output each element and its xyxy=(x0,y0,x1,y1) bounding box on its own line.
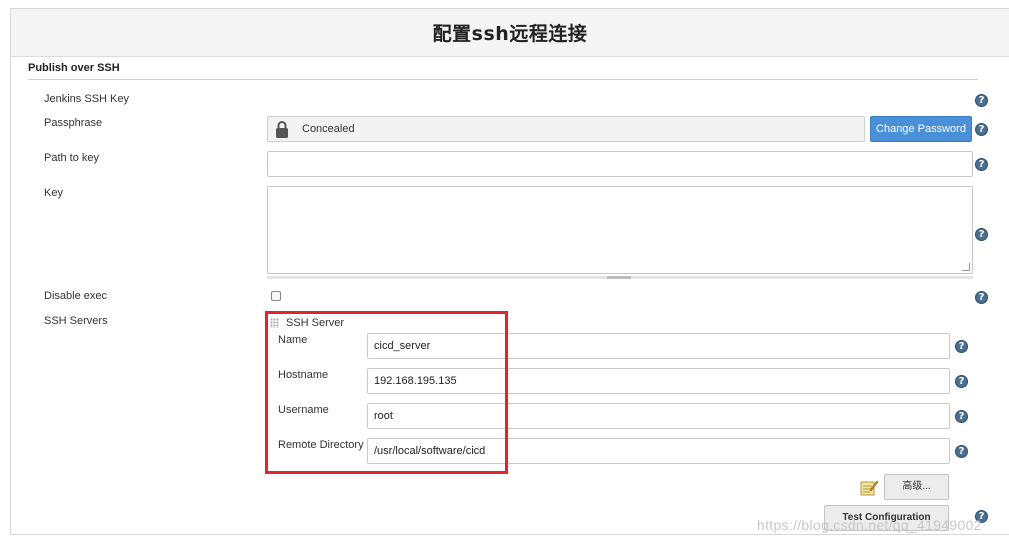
passphrase-value: Concealed xyxy=(302,123,355,135)
path-to-key-input[interactable] xyxy=(267,151,973,177)
help-icon[interactable]: ? xyxy=(955,445,968,458)
path-to-key-label: Path to key xyxy=(44,152,100,164)
notepad-icon xyxy=(860,480,878,496)
watermark: https://blog.csdn.net/qq_41949002 xyxy=(757,517,982,533)
change-password-button[interactable]: Change Password xyxy=(870,116,972,142)
key-label: Key xyxy=(44,187,63,199)
title-bar: 配置ssh远程连接 xyxy=(11,9,1009,57)
passphrase-label: Passphrase xyxy=(44,117,103,129)
highlight-box xyxy=(265,311,508,474)
resize-grip-icon[interactable] xyxy=(962,263,970,271)
key-textarea[interactable] xyxy=(267,186,973,274)
page-title: 配置ssh远程连接 xyxy=(432,23,588,45)
passphrase-field[interactable]: Concealed xyxy=(267,116,865,142)
advanced-button[interactable]: 高级... xyxy=(884,474,949,500)
help-icon[interactable]: ? xyxy=(975,123,988,136)
help-icon[interactable]: ? xyxy=(975,94,988,107)
lock-icon xyxy=(276,121,288,138)
jenkins-ssh-key-label: Jenkins SSH Key xyxy=(44,93,129,105)
disable-exec-checkbox[interactable] xyxy=(271,291,281,301)
section-title: Publish over SSH xyxy=(28,62,978,80)
ssh-servers-label: SSH Servers xyxy=(44,315,108,327)
help-icon[interactable]: ? xyxy=(955,375,968,388)
help-icon[interactable]: ? xyxy=(955,410,968,423)
help-icon[interactable]: ? xyxy=(975,291,988,304)
help-icon[interactable]: ? xyxy=(975,228,988,241)
disable-exec-label: Disable exec xyxy=(44,290,107,302)
help-icon[interactable]: ? xyxy=(975,158,988,171)
textarea-resize-bar[interactable] xyxy=(267,276,973,279)
help-icon[interactable]: ? xyxy=(955,340,968,353)
